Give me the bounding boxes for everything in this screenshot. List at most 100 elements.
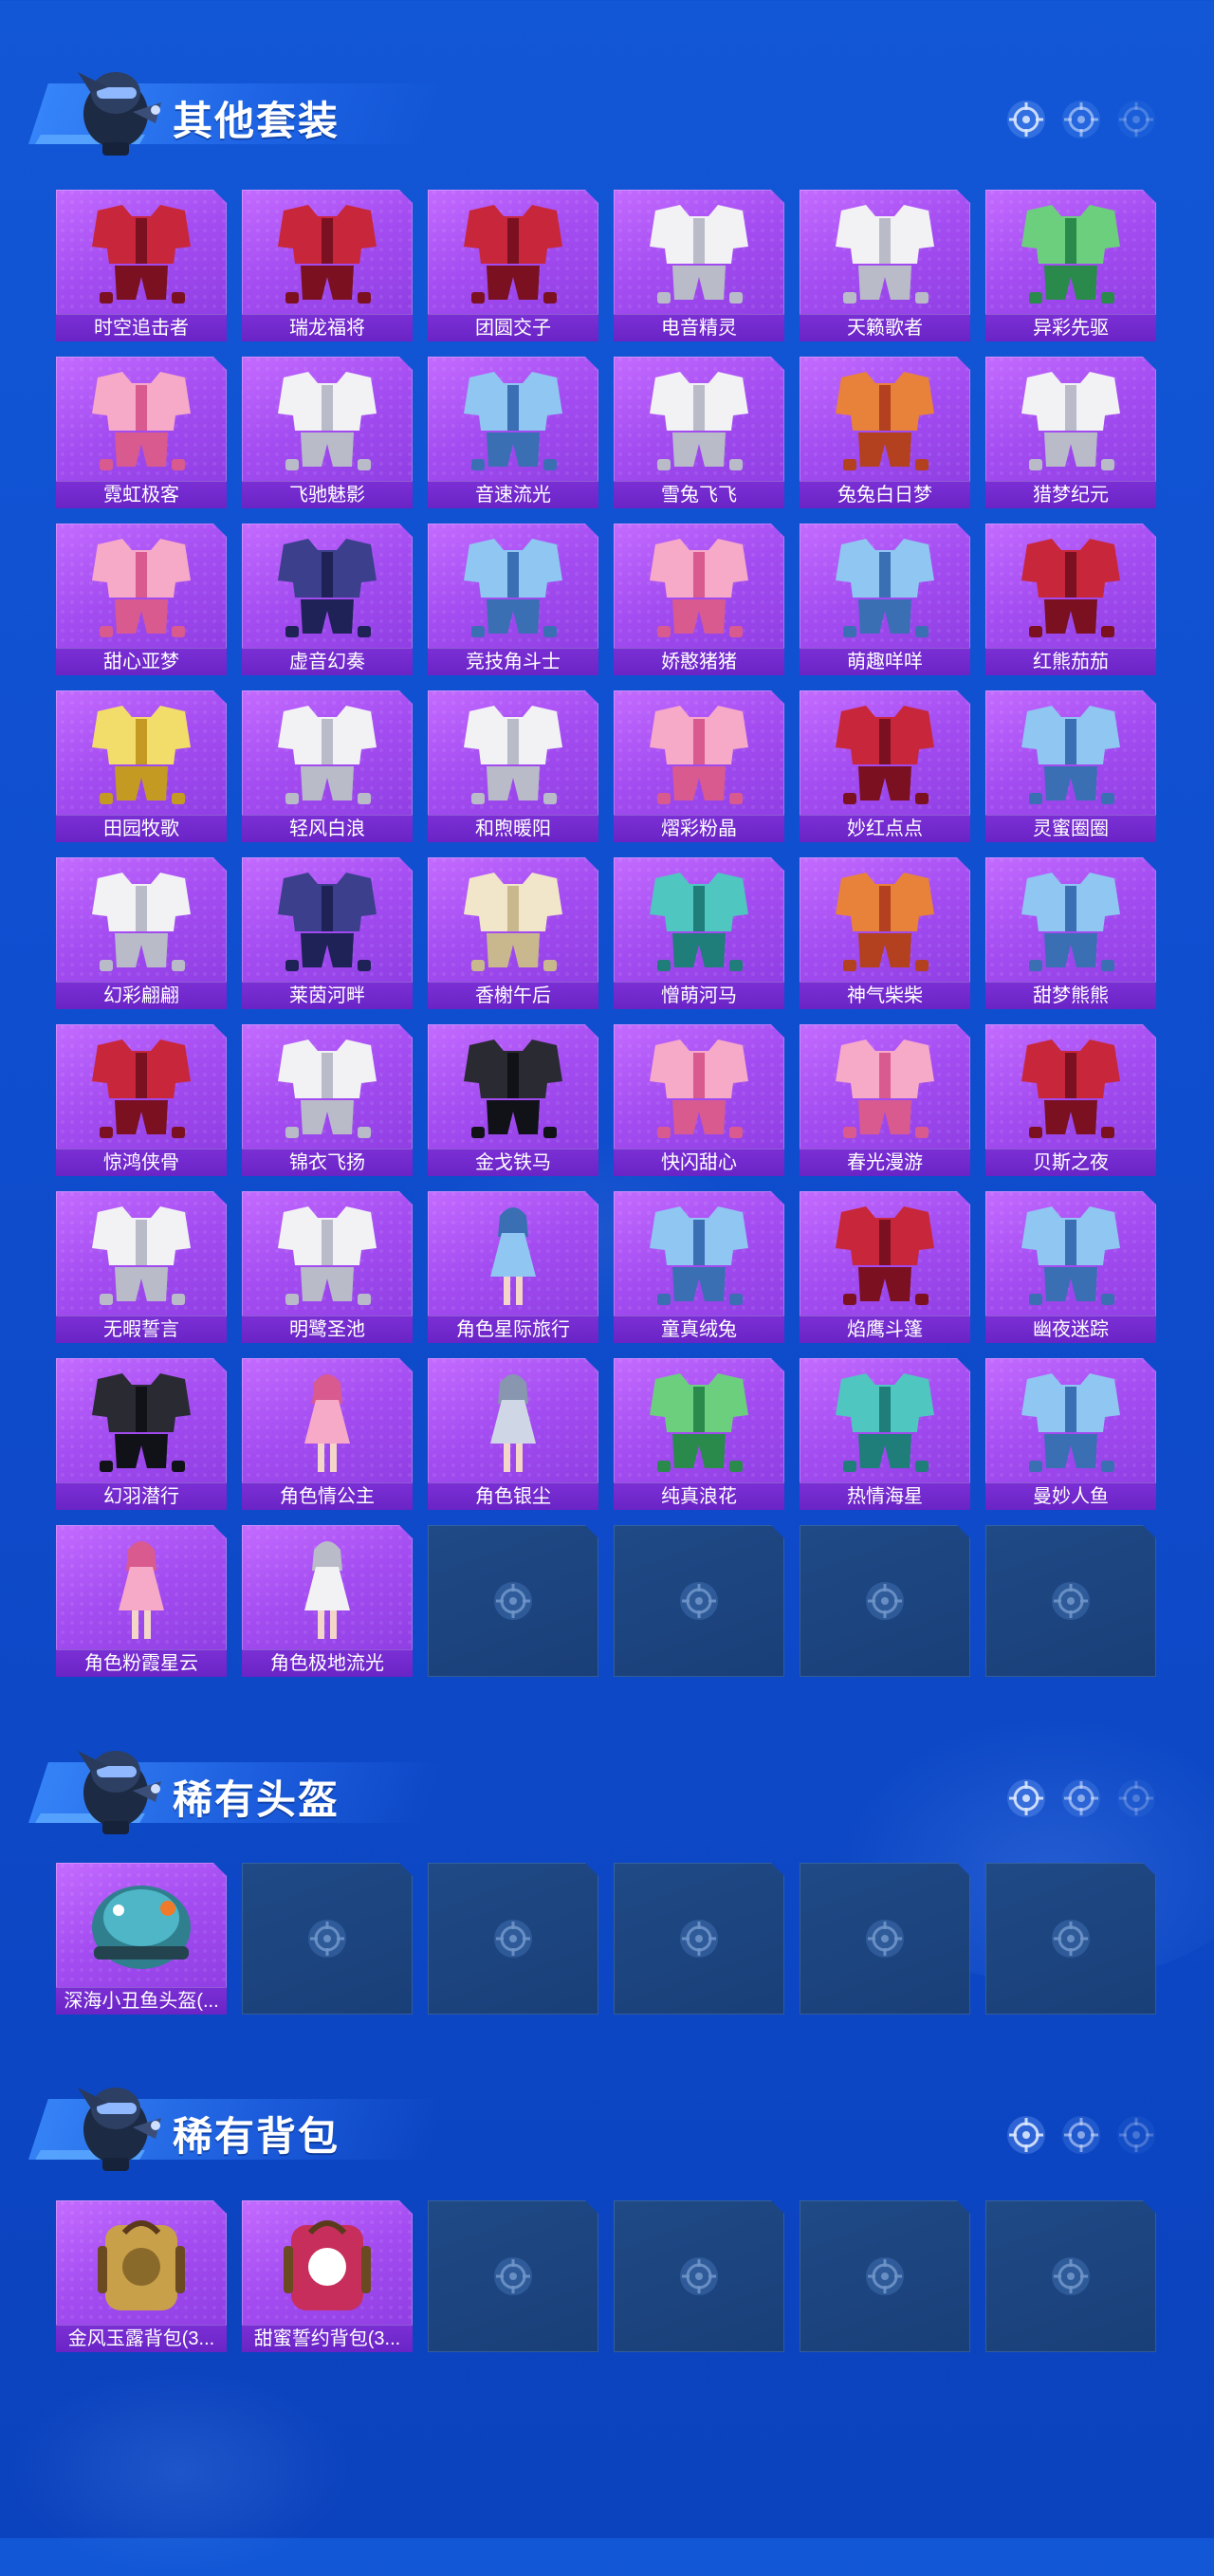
item-name: 明鹭圣池: [242, 1316, 413, 1343]
target-icon: [1007, 101, 1045, 138]
item-card[interactable]: 轻风白浪: [242, 690, 413, 842]
item-card[interactable]: 娇憨猪猪: [614, 524, 784, 675]
item-name: 神气柴柴: [800, 982, 970, 1009]
crosshair-icon: [864, 1580, 906, 1622]
outfit-icon: [820, 1199, 949, 1311]
item-name: 电音精灵: [614, 314, 784, 341]
item-name: 田园牧歌: [56, 815, 227, 842]
empty-slot: [800, 1863, 970, 2015]
item-card[interactable]: 兔兔白日梦: [800, 357, 970, 508]
outfit-icon: [820, 698, 949, 810]
outfit-icon: [635, 698, 763, 810]
item-name: 熠彩粉晶: [614, 815, 784, 842]
item-name: 憎萌河马: [614, 982, 784, 1009]
item-card[interactable]: 锦衣飞扬: [242, 1024, 413, 1176]
outfit-icon: [77, 1199, 206, 1311]
item-card[interactable]: 神气柴柴: [800, 857, 970, 1009]
outfit-icon: [263, 531, 392, 643]
outfit-icon: [263, 1533, 392, 1645]
item-card[interactable]: 音速流光: [428, 357, 598, 508]
item-card[interactable]: 霓虹极客: [56, 357, 227, 508]
item-card[interactable]: 金风玉露背包(3...: [56, 2200, 227, 2352]
item-card[interactable]: 金戈铁马: [428, 1024, 598, 1176]
item-card[interactable]: 天籁歌者: [800, 190, 970, 341]
item-name: 异彩先驱: [985, 314, 1156, 341]
item-card[interactable]: 角色粉霞星云: [56, 1525, 227, 1677]
crosshair-icon: [306, 1918, 348, 1960]
outfit-icon: [77, 1032, 206, 1144]
outfit-icon: [263, 1032, 392, 1144]
item-card[interactable]: 时空追击者: [56, 190, 227, 341]
item-name: 角色星际旅行: [428, 1316, 598, 1343]
outfit-icon: [77, 531, 206, 643]
item-card[interactable]: 灵蜜圈圈: [985, 690, 1156, 842]
background-parachute-glow: [9, 2367, 351, 2576]
header-target-icons: [1005, 1777, 1157, 1819]
item-card[interactable]: 熠彩粉晶: [614, 690, 784, 842]
item-card[interactable]: 雪兔飞飞: [614, 357, 784, 508]
item-name: 霓虹极客: [56, 481, 227, 508]
item-card[interactable]: 甜心亚梦: [56, 524, 227, 675]
backpack-icon: [263, 2208, 392, 2320]
outfit-icon: [1006, 865, 1135, 977]
item-grid: 时空追击者 瑞龙福将 团圆交子 电音精灵 天籁歌者 异彩先驱霓虹极客 飞驰魅影 音速流光 雪兔飞…: [56, 190, 1156, 1677]
item-card[interactable]: 角色极地流光: [242, 1525, 413, 1677]
backpack-icon: [77, 2208, 206, 2320]
crosshair-icon: [492, 2255, 534, 2297]
item-name: 瑞龙福将: [242, 314, 413, 341]
outfit-icon: [449, 1032, 578, 1144]
item-card[interactable]: 角色情公主: [242, 1358, 413, 1510]
item-card[interactable]: 萌趣咩咩: [800, 524, 970, 675]
crosshair-icon: [1050, 1580, 1092, 1622]
item-name: 娇憨猪猪: [614, 648, 784, 675]
outfit-icon: [77, 364, 206, 476]
item-name: 无暇誓言: [56, 1316, 227, 1343]
item-card[interactable]: 明鹭圣池: [242, 1191, 413, 1343]
item-card[interactable]: 角色星际旅行: [428, 1191, 598, 1343]
item-card[interactable]: 电音精灵: [614, 190, 784, 341]
item-card[interactable]: 惊鸿侠骨: [56, 1024, 227, 1176]
outfit-icon: [77, 865, 206, 977]
target-icon: [1117, 2116, 1155, 2154]
item-card[interactable]: 快闪甜心: [614, 1024, 784, 1176]
item-card[interactable]: 幻羽潜行: [56, 1358, 227, 1510]
item-card[interactable]: 香榭午后: [428, 857, 598, 1009]
item-card[interactable]: 焰鹰斗篷: [800, 1191, 970, 1343]
item-card[interactable]: 飞驰魅影: [242, 357, 413, 508]
section-title: 稀有背包: [173, 2114, 340, 2159]
item-card[interactable]: 虚音幻奏: [242, 524, 413, 675]
item-card[interactable]: 贝斯之夜: [985, 1024, 1156, 1176]
item-card[interactable]: 深海小丑鱼头盔(...: [56, 1863, 227, 2015]
outfit-icon: [77, 1533, 206, 1645]
item-card[interactable]: 纯真浪花: [614, 1358, 784, 1510]
item-card[interactable]: 甜梦熊熊: [985, 857, 1156, 1009]
item-card[interactable]: 猎梦纪元: [985, 357, 1156, 508]
item-card[interactable]: 莱茵河畔: [242, 857, 413, 1009]
item-name: 角色情公主: [242, 1482, 413, 1510]
item-card[interactable]: 妙红点点: [800, 690, 970, 842]
empty-slot: [614, 2200, 784, 2352]
item-card[interactable]: 幻彩翩翩: [56, 857, 227, 1009]
item-card[interactable]: 曼妙人鱼: [985, 1358, 1156, 1510]
item-card[interactable]: 红熊茄茄: [985, 524, 1156, 675]
item-card[interactable]: 童真绒兔: [614, 1191, 784, 1343]
item-card[interactable]: 甜蜜誓约背包(3...: [242, 2200, 413, 2352]
item-card[interactable]: 竞技角斗士: [428, 524, 598, 675]
item-card[interactable]: 和煦暖阳: [428, 690, 598, 842]
item-card[interactable]: 憎萌河马: [614, 857, 784, 1009]
item-card[interactable]: 无暇誓言: [56, 1191, 227, 1343]
item-card[interactable]: 异彩先驱: [985, 190, 1156, 341]
item-name: 兔兔白日梦: [800, 481, 970, 508]
item-card[interactable]: 热情海星: [800, 1358, 970, 1510]
item-card[interactable]: 春光漫游: [800, 1024, 970, 1176]
target-icon: [1062, 1779, 1100, 1817]
item-card[interactable]: 田园牧歌: [56, 690, 227, 842]
item-card[interactable]: 角色银尘: [428, 1358, 598, 1510]
empty-slot: [614, 1863, 784, 2015]
item-card[interactable]: 瑞龙福将: [242, 190, 413, 341]
outfit-icon: [263, 865, 392, 977]
item-card[interactable]: 团圆交子: [428, 190, 598, 341]
item-card[interactable]: 幽夜迷踪: [985, 1191, 1156, 1343]
item-name: 香榭午后: [428, 982, 598, 1009]
outfit-icon: [77, 698, 206, 810]
